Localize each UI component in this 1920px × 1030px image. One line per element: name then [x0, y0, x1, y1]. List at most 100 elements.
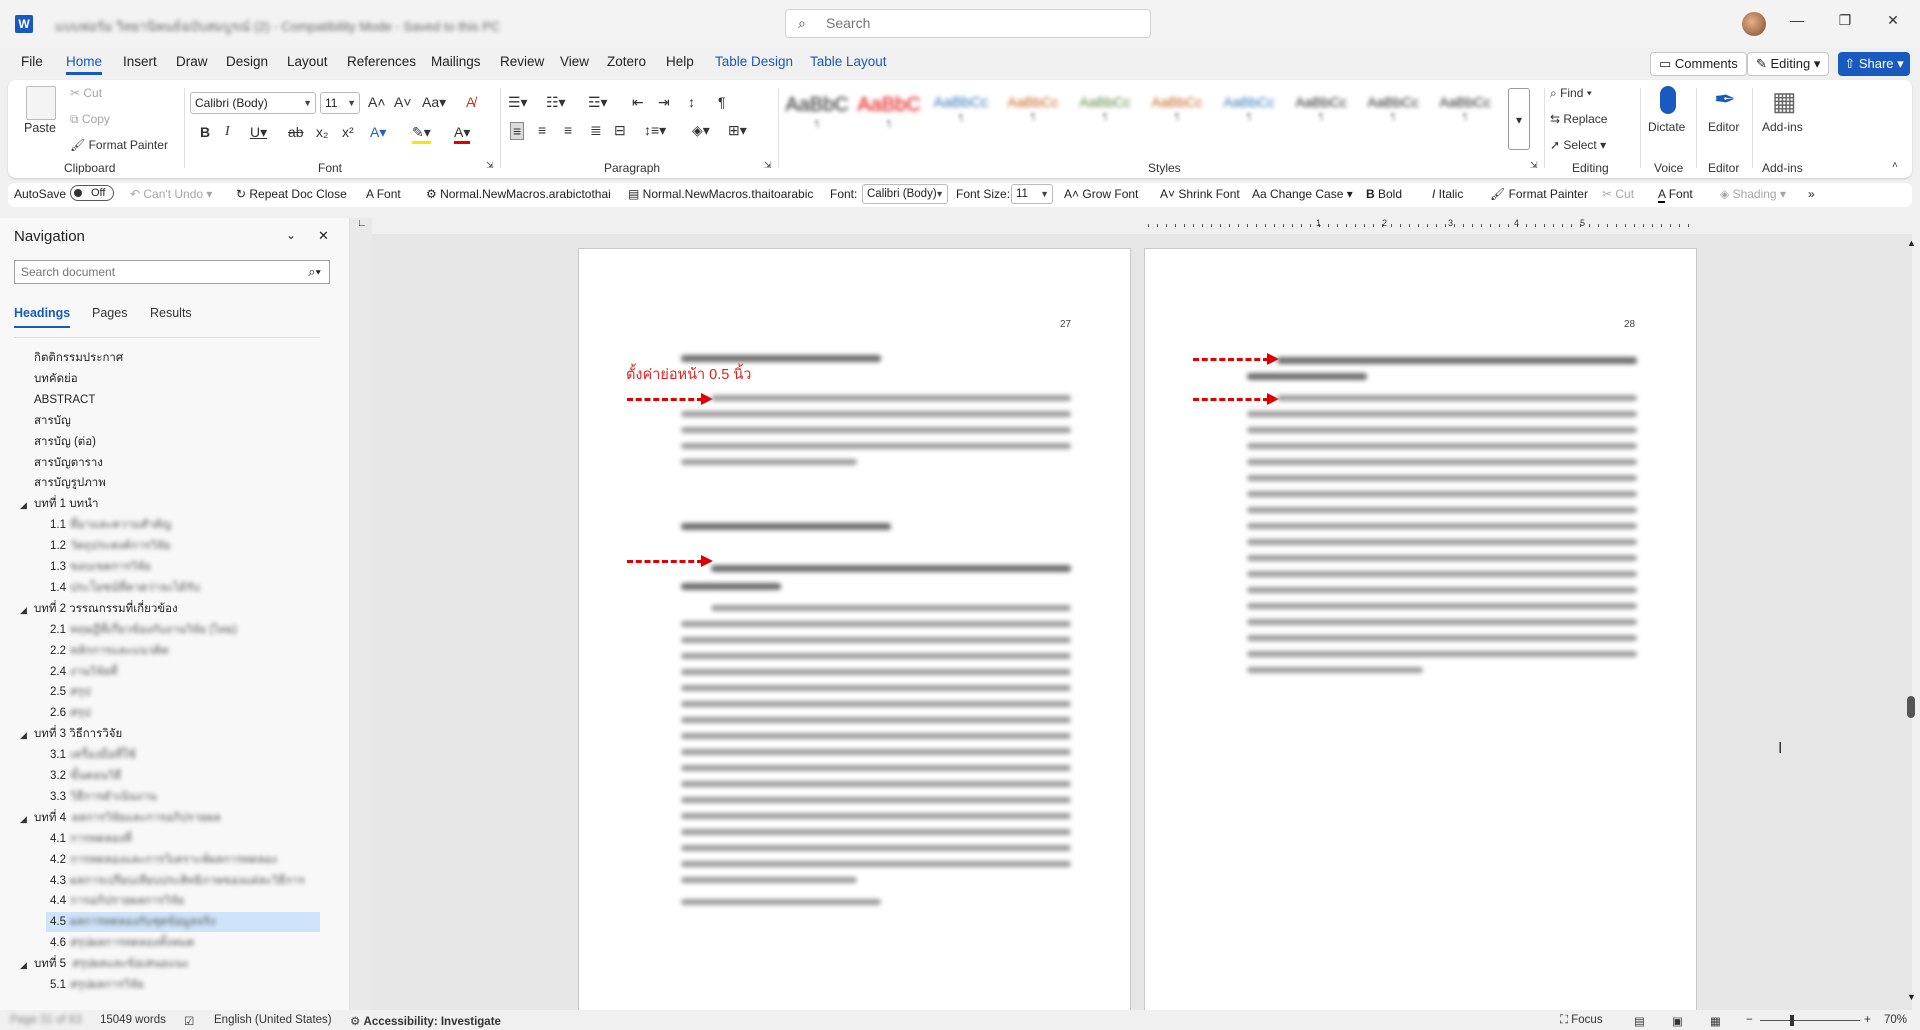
- chevron-down-icon[interactable]: ⌄: [286, 228, 296, 242]
- tab-references[interactable]: References: [347, 54, 416, 69]
- nav-heading-item[interactable]: 4.6 สรุปผลการทดลองทั้งหมด: [46, 933, 320, 953]
- tab-home[interactable]: Home: [66, 54, 103, 75]
- tab-table-layout[interactable]: Table Layout: [810, 54, 887, 69]
- word-count[interactable]: 15049 words: [100, 1014, 166, 1026]
- zoom-in-icon[interactable]: +: [1864, 1014, 1871, 1026]
- text-effects-icon[interactable]: A▾: [370, 124, 386, 141]
- style-item[interactable]: AaBbCc ¶: [1360, 94, 1426, 140]
- qat-font-combo[interactable]: Calibri (Body) ▼: [862, 184, 948, 204]
- scrollbar-thumb[interactable]: [1907, 696, 1915, 718]
- tab-results[interactable]: Results: [150, 306, 192, 320]
- nav-heading-item[interactable]: 2.5 สรุป: [46, 682, 320, 702]
- style-item[interactable]: AaBbCc ¶: [1000, 94, 1066, 140]
- nav-heading-item[interactable]: ◢ บทที่ 3 วิธีการวิจัย: [20, 724, 320, 744]
- qat-size-combo[interactable]: 11 ▼: [1011, 184, 1053, 204]
- search-box[interactable]: ⌕: [785, 9, 1151, 38]
- minimize-icon[interactable]: —: [1782, 12, 1812, 28]
- style-item[interactable]: AaBbCc ¶: [1288, 94, 1354, 140]
- decrease-indent-icon[interactable]: ⇤: [632, 94, 644, 111]
- accessibility-button[interactable]: ⚙ Accessibility: Investigate: [350, 1014, 501, 1028]
- close-icon[interactable]: ✕: [318, 228, 329, 244]
- sort-icon[interactable]: ↕: [688, 94, 695, 110]
- collapse-ribbon-icon[interactable]: ˄: [1892, 160, 1898, 171]
- shrink-font-button[interactable]: A˅ Shrink Font: [1160, 187, 1240, 201]
- line-spacing-icon[interactable]: ↕≡▾: [644, 122, 666, 139]
- shading-button[interactable]: ◈ Shading ▾: [1720, 187, 1786, 201]
- style-item[interactable]: AaBbC ¶: [856, 94, 922, 140]
- nav-heading-item[interactable]: สารบัญ (ต่อ): [20, 432, 320, 452]
- nav-heading-item[interactable]: 2.4 งานวิจัยที่: [46, 662, 320, 682]
- tab-zotero[interactable]: Zotero: [607, 54, 646, 69]
- undo-button[interactable]: ↶ Can't Undo ▾: [130, 187, 212, 201]
- tab-mailings[interactable]: Mailings: [431, 54, 481, 69]
- cut-button[interactable]: ✂ Cut: [70, 86, 102, 100]
- macro-arabictothai-button[interactable]: ⚙ Normal.NewMacros.arabictothai: [426, 187, 611, 201]
- nav-heading-item[interactable]: สารบัญ: [20, 411, 320, 431]
- nav-heading-item[interactable]: 4.4 การอภิปรายผลการวิจัย: [46, 891, 320, 911]
- tab-design[interactable]: Design: [226, 54, 268, 69]
- multilevel-list-icon[interactable]: ☲▾: [588, 94, 608, 111]
- tab-pages[interactable]: Pages: [92, 306, 127, 320]
- change-case-icon[interactable]: Aa▾: [422, 94, 446, 111]
- grow-font-button[interactable]: A˄ Grow Font: [1064, 187, 1138, 201]
- grow-font-icon[interactable]: A˄: [368, 94, 386, 110]
- tab-layout[interactable]: Layout: [287, 54, 328, 69]
- page-27[interactable]: 27 ตั้งค่าย่อหน้า 0.5 นิ้ว: [578, 248, 1131, 1010]
- comments-button[interactable]: ▭ Comments: [1650, 52, 1747, 76]
- dialog-launcher-icon[interactable]: ⇲: [486, 160, 494, 171]
- vertical-scrollbar[interactable]: ▲ ▼: [1904, 234, 1920, 1010]
- nav-heading-item[interactable]: ◢ บทที่ 5 สรุปผลและข้อเสนอแนะ: [20, 954, 320, 974]
- tab-table-design[interactable]: Table Design: [715, 54, 793, 69]
- tab-view[interactable]: View: [560, 54, 589, 69]
- tab-help[interactable]: Help: [666, 54, 694, 69]
- autosave-toggle[interactable]: Off: [70, 185, 114, 201]
- editor-button[interactable]: Editor: [1708, 120, 1739, 134]
- italic-icon[interactable]: I: [225, 124, 230, 140]
- align-right-icon[interactable]: ≡: [564, 122, 572, 138]
- style-item[interactable]: AaBbC ¶: [784, 94, 850, 140]
- borders-icon[interactable]: ⊞▾: [728, 122, 747, 139]
- nav-heading-item[interactable]: 1.1 ที่มาและความสำคัญ: [46, 515, 320, 535]
- paste-button[interactable]: Paste: [24, 121, 56, 135]
- collapse-caret-icon[interactable]: ◢: [20, 809, 27, 829]
- print-layout-icon[interactable]: ▣: [1672, 1014, 1683, 1028]
- distributed-icon[interactable]: ⊟: [614, 122, 626, 139]
- tab-selector-icon[interactable]: ∟: [357, 218, 367, 229]
- collapse-caret-icon[interactable]: ◢: [20, 955, 27, 975]
- tab-headings[interactable]: Headings: [14, 306, 71, 328]
- macro-thaitoarabic-button[interactable]: ▤ Normal.NewMacros.thaitoarabic: [628, 187, 813, 201]
- nav-heading-item[interactable]: สารบัญตาราง: [20, 453, 320, 473]
- change-case-button[interactable]: Aa Change Case ▾: [1252, 187, 1353, 201]
- find-button[interactable]: ⌕ Find ▾: [1550, 86, 1592, 101]
- dialog-launcher-icon[interactable]: ⇲: [1530, 160, 1538, 171]
- align-left-icon[interactable]: ≡: [510, 122, 525, 140]
- focus-button[interactable]: ⛶ Focus: [1560, 1014, 1603, 1027]
- collapse-caret-icon[interactable]: ◢: [20, 725, 27, 745]
- dictate-button[interactable]: Dictate: [1648, 120, 1685, 134]
- strikethrough-icon[interactable]: ab: [288, 124, 304, 140]
- bold-icon[interactable]: B: [200, 124, 210, 140]
- numbering-icon[interactable]: ☷▾: [546, 94, 566, 111]
- document-canvas[interactable]: 27 ตั้งค่าย่อหน้า 0.5 นิ้ว 28: [372, 234, 1912, 1010]
- bold-button[interactable]: B Bold: [1366, 187, 1402, 201]
- more-commands-icon[interactable]: »: [1808, 187, 1815, 201]
- style-item[interactable]: AaBbCc ¶: [928, 94, 994, 140]
- zoom-out-icon[interactable]: −: [1746, 1014, 1753, 1026]
- nav-search-input[interactable]: [21, 265, 281, 279]
- format-painter-button[interactable]: 🖌 Format Painter: [70, 138, 168, 152]
- copy-button[interactable]: ⧉ Copy: [70, 112, 110, 127]
- show-formatting-icon[interactable]: ¶: [718, 94, 726, 110]
- editing-mode-button[interactable]: ✎ Editing ▾: [1747, 52, 1830, 76]
- tab-insert[interactable]: Insert: [123, 54, 157, 69]
- underline-icon[interactable]: U▾: [250, 124, 267, 141]
- nav-heading-item[interactable]: ◢ บทที่ 2 วรรณกรรมที่เกี่ยวข้อง: [20, 599, 320, 619]
- nav-heading-item[interactable]: 3.1 เครื่องมือที่ใช้: [46, 745, 320, 765]
- nav-heading-item[interactable]: ◢ บทที่ 1 บทนำ: [20, 494, 320, 514]
- qat-cut-button[interactable]: ✂ Cut: [1602, 187, 1634, 201]
- read-mode-icon[interactable]: ▤: [1634, 1014, 1645, 1028]
- zoom-slider-thumb[interactable]: [1790, 1015, 1794, 1026]
- style-item[interactable]: AaBbCc ¶: [1216, 94, 1282, 140]
- scroll-down-icon[interactable]: ▼: [1907, 992, 1916, 1002]
- nav-heading-item[interactable]: 3.2 ขั้นตอนวิธี: [46, 766, 320, 786]
- nav-heading-item[interactable]: ◢ บทที่ 4 ผลการวิจัยและการอภิปรายผล: [20, 808, 320, 828]
